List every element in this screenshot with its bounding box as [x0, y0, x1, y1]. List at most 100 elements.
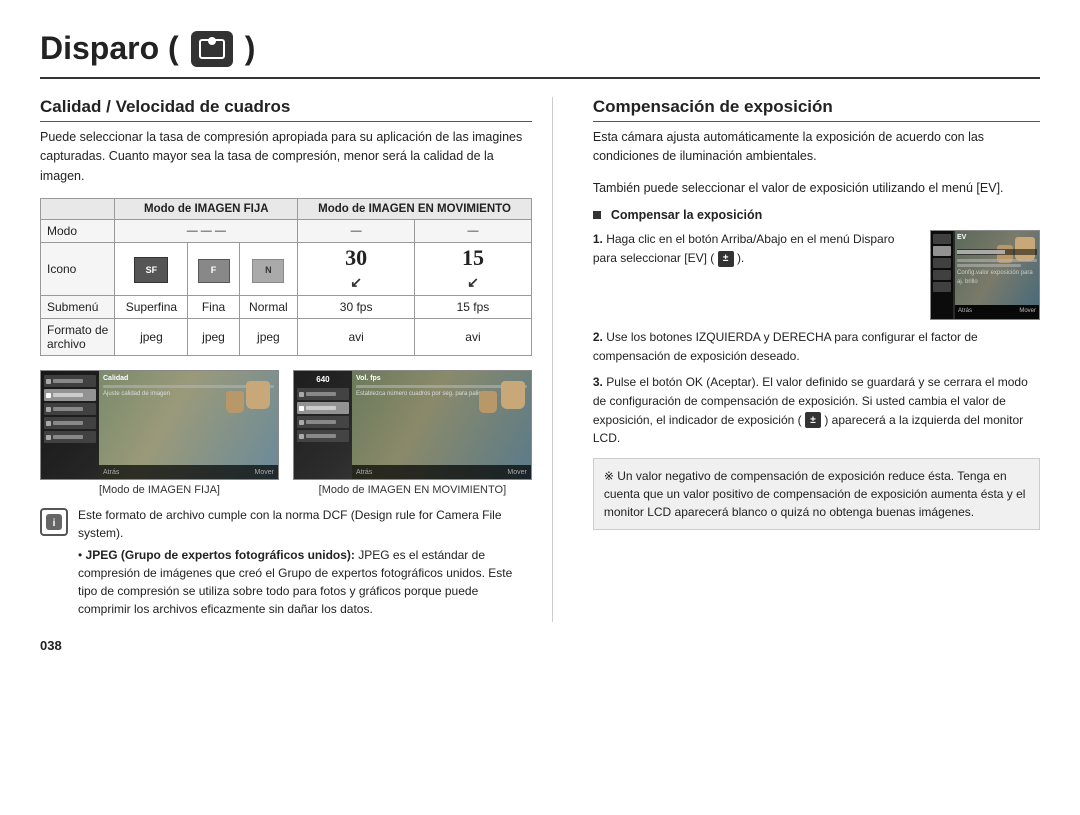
left-section-title: Calidad / Velocidad de cuadros: [40, 97, 532, 122]
cam-menu-item-4: [44, 417, 96, 429]
screenshot-movimiento: 640 Vol. fps Establezca número cuadros p…: [293, 370, 532, 480]
ev-menu-row-1: [933, 234, 951, 244]
screenshots-row: Calidad Ajuste calidad de imagen Atrás M…: [40, 370, 532, 496]
icon-30fps: 30 ↙: [298, 243, 415, 296]
ev-atras: Atrás: [958, 307, 972, 316]
disparo-title-suffix: ): [245, 30, 256, 67]
screenshot-right: 640 Vol. fps Establezca número cuadros p…: [293, 370, 532, 496]
cam-mover-fija: Mover: [254, 469, 273, 476]
ev-screen: EV Config.valor exposición para aj. bril…: [930, 230, 1040, 320]
step1-num: 1.: [593, 232, 606, 246]
table-header-modo: [41, 199, 115, 220]
cam-bottom-mov: Atrás Mover: [352, 465, 531, 479]
camera-icon: [191, 31, 233, 67]
cam-menu-item-2: [44, 389, 96, 401]
title-divider: [40, 77, 1040, 79]
step3-num: 3.: [593, 375, 606, 389]
step1-image: EV Config.valor exposición para aj. bril…: [930, 230, 1040, 320]
ev-mover: Mover: [1019, 307, 1036, 316]
step2: 2. Use los botones IZQUIERDA y DERECHA p…: [593, 328, 1040, 365]
note-box-text: ※ Un valor negativo de compensación de e…: [604, 469, 1026, 519]
cam-menu-mov-2: [297, 402, 349, 414]
cam-preview-fija: Calidad Ajuste calidad de imagen Atrás M…: [99, 371, 278, 479]
screenshot-left: Calidad Ajuste calidad de imagen Atrás M…: [40, 370, 279, 496]
col1-formato: jpeg: [115, 319, 188, 356]
col5-formato: avi: [415, 319, 532, 356]
col5-modo: —: [415, 220, 532, 243]
col4-modo: —: [298, 220, 415, 243]
ev-menu-row-4: [933, 270, 951, 280]
cam-atras-mov: Atrás: [356, 469, 372, 476]
ev-screen-menu: [931, 231, 953, 319]
step1-text: 1. Haga clic en el botón Arriba/Abajo en…: [593, 230, 920, 267]
cam-menu-mov-4: [297, 430, 349, 442]
icon-15fps: 15 ↙: [415, 243, 532, 296]
right-intro1: Esta cámara ajusta automáticamente la ex…: [593, 128, 1040, 167]
square-bullet-icon: [593, 211, 601, 219]
col3-submenu: Normal: [239, 296, 298, 319]
table-header-imagen-movimiento: Modo de IMAGEN EN MOVIMIENTO: [298, 199, 532, 220]
fps30-arrow: ↙: [350, 274, 362, 290]
cam-bottom-fija: Atrás Mover: [99, 465, 278, 479]
right-intro2: También puede seleccionar el valor de ex…: [593, 179, 1040, 198]
icon-fina-block: F: [198, 259, 230, 283]
cam-menu-mov-1: [297, 388, 349, 400]
ev-config-line2: [957, 264, 1021, 267]
ev-config-text: Config.valor exposición para aj. brillo: [957, 259, 1037, 288]
cam-menu-item-3: [44, 403, 96, 415]
col1-modo: — — —: [115, 220, 298, 243]
svg-text:i: i: [53, 518, 56, 529]
ev-bar: [957, 250, 1005, 254]
table-header-imagen-fija: Modo de IMAGEN FIJA: [115, 199, 298, 220]
page-title: Disparo ( ): [40, 30, 1040, 67]
note-text-block: Este formato de archivo cumple con la no…: [78, 506, 532, 622]
row-label-formato: Formato dearchivo: [41, 319, 115, 356]
fps15-number: 15: [462, 245, 484, 270]
row-label-submenu: Submenú: [41, 296, 115, 319]
note-bullet1: JPEG (Grupo de expertos fotográficos uni…: [78, 546, 532, 618]
ev-menu-row-3: [933, 258, 951, 268]
cam-face2-fija: [226, 391, 244, 413]
cam-mover-mov: Mover: [507, 469, 526, 476]
right-section-title: Compensación de exposición: [593, 97, 1040, 122]
row-label-icono: Icono: [41, 243, 115, 296]
main-content: Calidad / Velocidad de cuadros Puede sel…: [40, 97, 1040, 622]
ev-config-line1: [957, 259, 1037, 262]
note-icon: i: [40, 508, 68, 536]
compensation-steps: 1. Haga clic en el botón Arriba/Abajo en…: [593, 230, 1040, 530]
compensar-line: Compensar la exposición: [593, 208, 1040, 222]
col2-submenu: Fina: [188, 296, 239, 319]
cam-screen-movimiento: 640 Vol. fps Establezca número cuadros p…: [294, 371, 531, 479]
note-box: ※ Un valor negativo de compensación de e…: [593, 458, 1040, 530]
ev-bar-row: [957, 249, 1037, 255]
note-line1: Este formato de archivo cumple con la no…: [78, 506, 532, 542]
cam-screen-fija: Calidad Ajuste calidad de imagen Atrás M…: [41, 371, 278, 479]
step1-symbol: ±: [718, 251, 734, 267]
note-section: i Este formato de archivo cumple con la …: [40, 506, 532, 622]
col2-formato: jpeg: [188, 319, 239, 356]
col4-formato: avi: [298, 319, 415, 356]
col4-submenu: 30 fps: [298, 296, 415, 319]
compensar-label: Compensar la exposición: [611, 208, 762, 222]
right-column: Compensación de exposición Esta cámara a…: [583, 97, 1040, 622]
cam-face-mov: [501, 381, 525, 409]
ev-bottom-bar: Atrás Mover: [955, 305, 1039, 319]
cam-atras-fija: Atrás: [103, 469, 119, 476]
ev-config-label: Config.valor exposición para aj. brillo: [957, 269, 1037, 288]
step3: 3. Pulse el botón OK (Aceptar). El valor…: [593, 373, 1040, 447]
caption-fija: [Modo de IMAGEN FIJA]: [40, 484, 279, 496]
page-number: 038: [40, 638, 1040, 653]
row-label-modo: Modo: [41, 220, 115, 243]
step2-num: 2.: [593, 330, 606, 344]
cam-menu-left-mov: 640: [294, 371, 352, 479]
ev-label: EV: [957, 233, 966, 244]
col5-submenu: 15 fps: [415, 296, 532, 319]
ev-menu-row-2: [933, 246, 951, 256]
fps30-number: 30: [345, 245, 367, 270]
mode-table: Modo de IMAGEN FIJA Modo de IMAGEN EN MO…: [40, 198, 532, 356]
cam-face-fija: [246, 381, 270, 409]
col1-submenu: Superfina: [115, 296, 188, 319]
left-column: Calidad / Velocidad de cuadros Puede sel…: [40, 97, 553, 622]
cam-menu-mov-3: [297, 416, 349, 428]
icon-sf: SF: [115, 243, 188, 296]
